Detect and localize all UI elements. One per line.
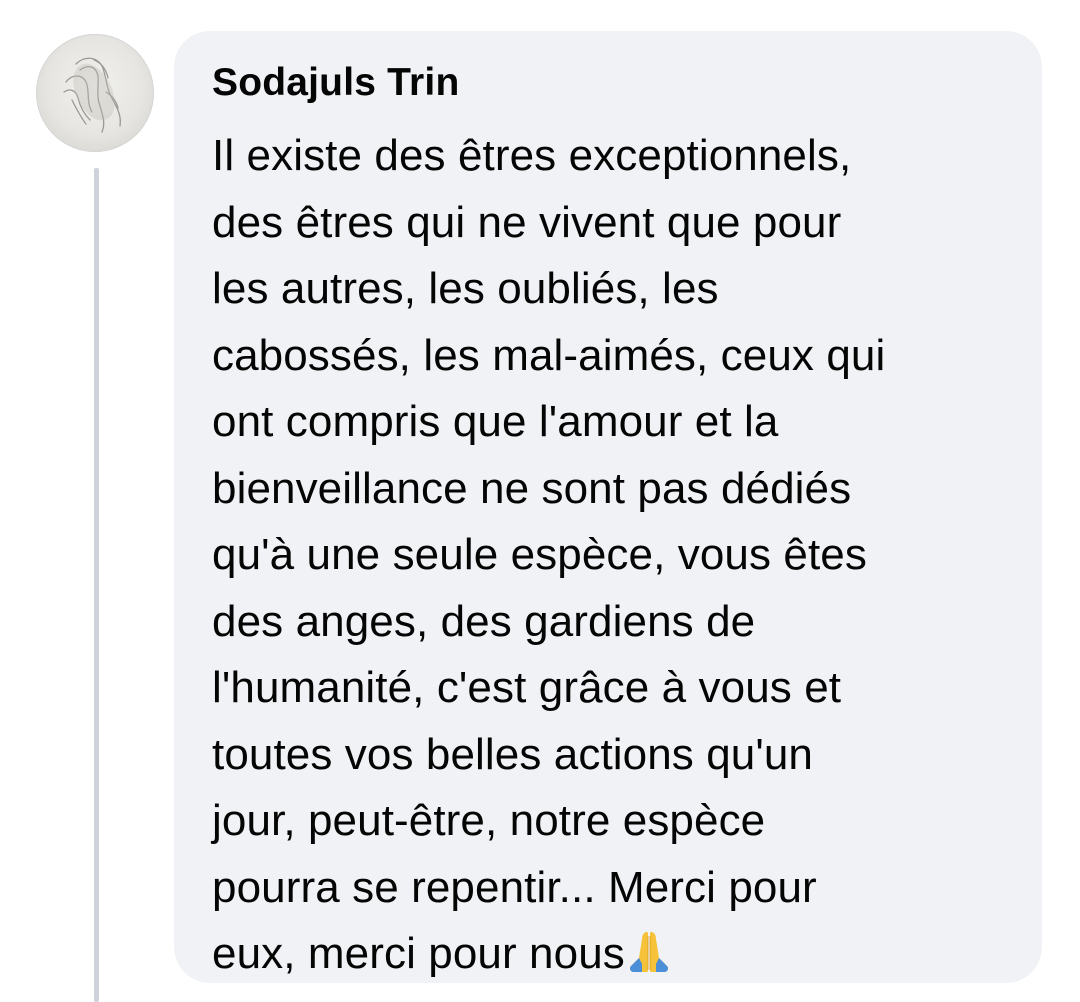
comment-last-line: eux, merci pour nous: [212, 921, 1014, 988]
comment-line: qu'à une seule espèce, vous êtes: [212, 530, 867, 579]
folded-hands-emoji-icon: [625, 928, 673, 974]
thread-connector-line: [94, 168, 99, 1002]
comment-thread: Sodajuls Trin Il existe des êtres except…: [0, 0, 1080, 1002]
comment-line: les autres, les oubliés, les: [212, 264, 719, 313]
comment-line: l'humanité, c'est grâce à vous et: [212, 663, 842, 712]
comment-line: des anges, des gardiens de: [212, 596, 756, 646]
comment-bubble[interactable]: Sodajuls Trin Il existe des êtres except…: [174, 31, 1042, 983]
comment-text: Il existe des êtres exceptionnels, des ê…: [212, 123, 1014, 988]
comment-author-name[interactable]: Sodajuls Trin: [212, 61, 1014, 105]
comment-line: pourra se repentir... Merci pour: [212, 862, 817, 912]
comment-line: eux, merci pour nous: [212, 929, 625, 978]
avatar[interactable]: [36, 34, 154, 152]
comment-line: cabossés, les mal-aimés, ceux qui: [212, 330, 886, 380]
comment-line: ont compris que l'amour et la: [212, 397, 779, 446]
comment-line: Il existe des êtres exceptionnels,: [212, 131, 852, 180]
comment-line: des êtres qui ne vivent que pour: [212, 197, 842, 247]
comment-line: jour, peut-être, notre espèce: [212, 796, 766, 845]
comment-line: bienveillance ne sont pas dédiés: [212, 463, 852, 513]
comment-line: toutes vos belles actions qu'un: [212, 729, 813, 779]
praying-hands-sketch-icon: [63, 57, 121, 133]
